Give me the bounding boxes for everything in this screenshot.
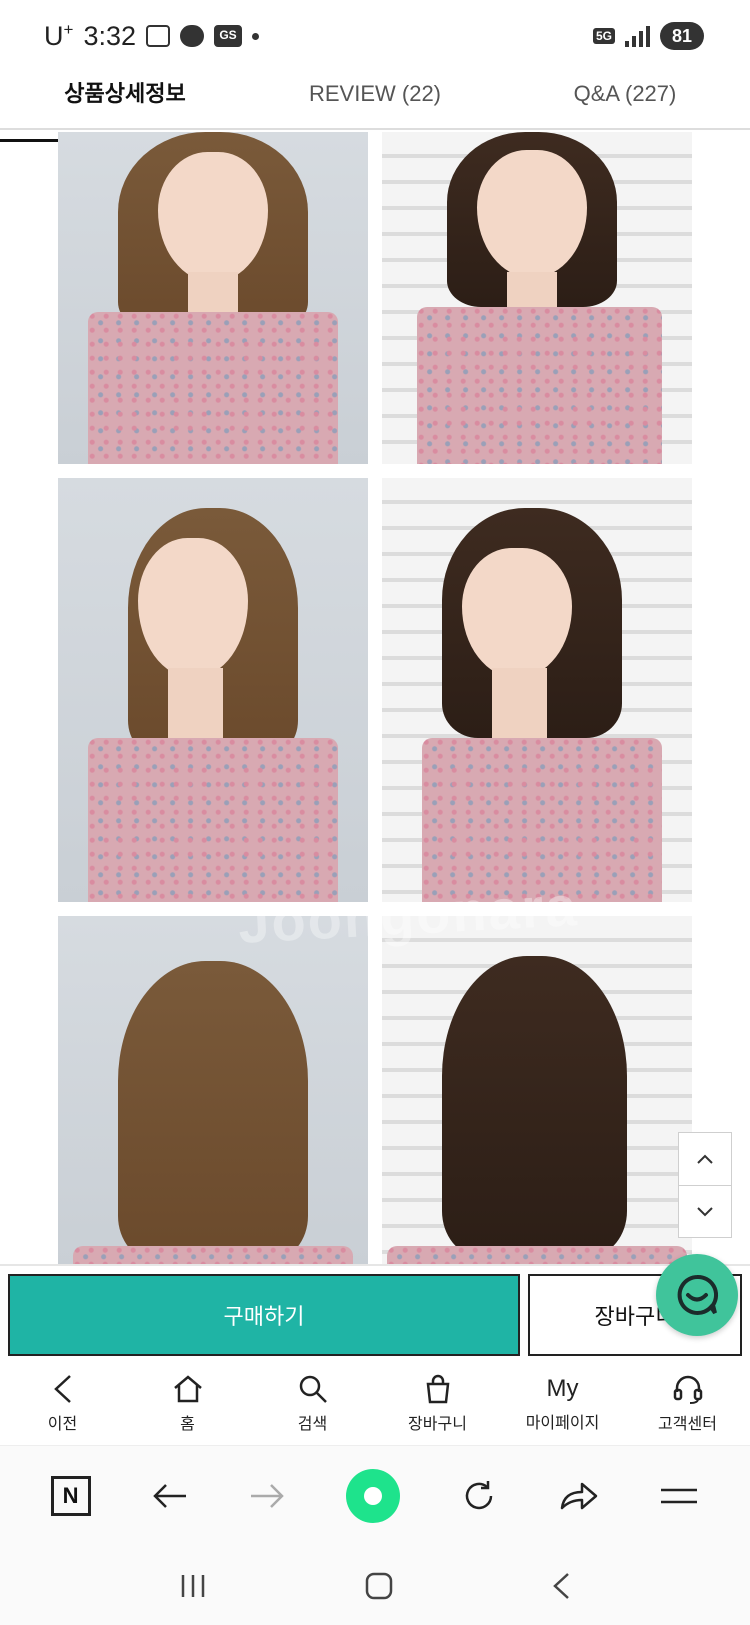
tab-product-detail[interactable]: 상품상세정보 [0,72,250,142]
notification-dot-icon [252,32,259,40]
nav-mypage[interactable]: My 마이페이지 [500,1362,625,1445]
search-icon [299,1375,327,1403]
browser-toolbar: N [0,1446,750,1546]
nav-cart[interactable]: 장바구니 [375,1362,500,1445]
naver-n-icon[interactable]: N [50,1476,91,1516]
nav-back-label: 이전 [47,1415,78,1433]
headset-icon [673,1375,702,1404]
gallery-icon [146,25,170,47]
nav-back[interactable]: 이전 [0,1362,125,1445]
product-photo-light-back [58,916,368,1266]
status-bar: U+ 3:32 GS 5G 81 [0,0,750,72]
message-icon [180,25,204,47]
nav-search[interactable]: 검색 [250,1362,375,1445]
buy-button[interactable]: 구매하기 [8,1274,520,1356]
purchase-bar: 구매하기 장바구니 [0,1264,750,1362]
clock: 3:32 [83,20,136,51]
chevron-up-icon [697,1154,713,1164]
chat-button[interactable] [656,1254,738,1336]
menu-icon[interactable] [659,1484,699,1508]
carrier-label: U+ [44,20,74,51]
nav-search-label: 검색 [297,1415,328,1433]
tab-review[interactable]: REVIEW (22) [250,72,500,128]
chat-icon [677,1274,719,1315]
product-photo-grid: Joongonara [58,132,694,1266]
gs-badge-icon: GS [214,25,242,47]
product-photo-light-front [58,132,368,464]
tab-qna[interactable]: Q&A (227) [500,72,750,128]
green-dot-icon[interactable] [345,1469,400,1523]
network-5g-icon: 5G [592,28,615,44]
scroll-down-button[interactable] [679,1185,731,1237]
product-photo-dark-back [382,916,692,1266]
scroll-up-button[interactable] [679,1133,731,1185]
nav-customer-center[interactable]: 고객센터 [625,1362,750,1445]
refresh-icon[interactable] [461,1478,497,1514]
back-button-icon[interactable] [551,1571,571,1601]
bottom-nav: 이전 홈 검색 장바구니 My 마이페이지 고객센터 [0,1362,750,1446]
chevron-down-icon [697,1206,713,1216]
back-arrow-icon[interactable] [152,1483,188,1509]
forward-arrow-icon[interactable] [249,1483,285,1509]
product-photo-dark-front [382,132,692,464]
home-icon [173,1374,202,1402]
nav-mypage-label: 마이페이지 [525,1414,600,1432]
nav-home-label: 홈 [180,1415,195,1433]
battery-icon: 81 [660,22,704,50]
shopping-bag-icon [426,1374,449,1403]
my-text-icon: My [546,1374,579,1402]
android-nav-bar [0,1546,750,1625]
scroll-buttons [678,1132,732,1238]
share-icon[interactable] [558,1480,598,1512]
chevron-left-icon [53,1374,71,1403]
nav-cart-label: 장바구니 [408,1415,467,1433]
product-tabs: 상품상세정보 REVIEW (22) Q&A (227) [0,72,750,142]
nav-home[interactable]: 홈 [125,1362,250,1445]
recents-icon[interactable] [179,1573,207,1599]
home-button-icon[interactable] [364,1571,394,1601]
signal-icon [625,25,650,47]
product-photo-light-side [58,478,368,902]
nav-customer-center-label: 고객센터 [658,1415,717,1433]
product-photo-dark-side [382,478,692,902]
